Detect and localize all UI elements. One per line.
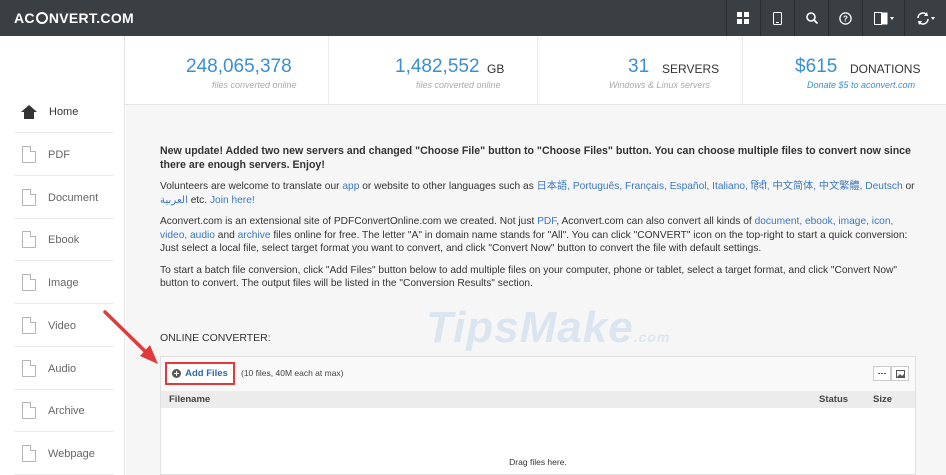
pdf-file-icon: [22, 146, 36, 163]
donate-link[interactable]: Donate $5 to aconvert.com: [807, 80, 915, 90]
archive-link[interactable]: archive: [238, 230, 271, 241]
view-toggle: [873, 366, 909, 381]
archive-file-icon: [22, 402, 36, 419]
etc-text: etc.: [190, 194, 208, 206]
plus-circle-icon: [172, 369, 182, 378]
stat-files-caption: files converted online: [212, 80, 297, 90]
file-converter-panel: Add Files (10 files, 40M each at max) Fi…: [160, 356, 916, 475]
sidebar-item-pdf[interactable]: PDF: [14, 134, 114, 176]
volunteers-text: Volunteers are welcome to translate our: [160, 181, 340, 192]
about-text-3: files online for free. The letter "A" in…: [160, 229, 908, 255]
webpage-file-icon: [22, 445, 36, 462]
stat-servers-caption: Windows & Linux servers: [609, 80, 710, 90]
about-text: Aconvert.com is an extensional site of P…: [160, 216, 535, 227]
watermark-logo: TipsMake.com: [426, 303, 670, 353]
sidebar-item-audio[interactable]: Audio: [14, 348, 114, 390]
mobile-icon[interactable]: [760, 0, 794, 36]
arabic-link[interactable]: العربية: [160, 195, 188, 206]
stat-size-unit: GB: [487, 62, 505, 76]
add-files-button[interactable]: Add Files: [165, 362, 235, 385]
watermark-com: .com: [633, 329, 671, 345]
update-notice: New update! Added two new servers and ch…: [160, 145, 911, 171]
sidebar-item-document[interactable]: Document: [14, 177, 114, 219]
or-text: or: [905, 181, 915, 192]
help-icon[interactable]: ?: [828, 0, 862, 36]
stat-servers-unit: SERVERS: [662, 62, 720, 76]
online-converter-label: ONLINE CONVERTER:: [160, 332, 271, 344]
app-link[interactable]: app: [342, 181, 359, 192]
intro-text: New update! Added two new servers and ch…: [160, 145, 916, 299]
svg-text:?: ?: [843, 14, 848, 23]
stat-donations: $615 DONATIONS Donate $5 to aconvert.com: [743, 36, 946, 105]
volunteers-text-2: or website to other languages such as: [362, 181, 534, 192]
sidebar-item-image[interactable]: Image: [14, 262, 114, 304]
pdf-link[interactable]: PDF: [537, 216, 556, 227]
stats-bar: 248,065,378 files converted online 1,482…: [125, 36, 946, 105]
list-view-icon[interactable]: [873, 366, 891, 381]
logo-suffix: NVERT.COM: [48, 10, 134, 26]
sidebar: Home PDF Document Ebook Image Video Audi…: [0, 36, 125, 475]
about-paragraph: Aconvert.com is an extensional site of P…: [160, 215, 916, 256]
volunteers-paragraph: Volunteers are welcome to translate our …: [160, 180, 916, 207]
logo-prefix: AC: [14, 10, 35, 26]
stat-size-caption: files converted online: [416, 80, 501, 90]
join-link[interactable]: Join here!: [210, 195, 255, 206]
stat-servers: 31 SERVERS Windows & Linux servers: [538, 36, 743, 105]
file-limit-text: (10 files, 40M each at max): [241, 368, 344, 378]
language-icon[interactable]: [862, 0, 904, 36]
top-navbar: AC NVERT.COM ?: [0, 0, 946, 36]
stat-files: 248,065,378 files converted online: [125, 36, 329, 105]
sidebar-item-label: Video: [48, 319, 76, 332]
watermark-main: TipsMake: [426, 303, 634, 352]
stat-servers-value: 31: [628, 56, 650, 77]
sidebar-item-archive[interactable]: Archive: [14, 390, 114, 432]
sidebar-item-ebook[interactable]: Ebook: [14, 219, 114, 261]
add-files-label: Add Files: [185, 368, 228, 379]
stat-size-value: 1,482,552: [395, 56, 480, 77]
site-logo[interactable]: AC NVERT.COM: [14, 10, 134, 26]
and-text: and: [217, 229, 235, 241]
batch-paragraph: To start a batch file conversion, click …: [160, 264, 898, 290]
home-icon: [21, 104, 37, 119]
main-content: New update! Added two new servers and ch…: [126, 105, 946, 475]
sidebar-item-label: Archive: [48, 404, 85, 417]
stat-donations-unit: DONATIONS: [850, 62, 921, 76]
about-text-2: , Aconvert.com can also convert all kind…: [556, 216, 752, 227]
convert-icon[interactable]: [904, 0, 946, 36]
document-file-icon: [22, 189, 36, 206]
drop-zone-text: Drag files here.: [509, 457, 567, 467]
column-size: Size: [873, 394, 893, 405]
sidebar-item-label: Image: [48, 276, 79, 289]
column-filename: Filename: [169, 394, 211, 405]
audio-file-icon: [22, 360, 36, 377]
thumbnail-view-icon[interactable]: [891, 366, 909, 381]
image-file-icon: [22, 274, 36, 291]
column-status: Status: [819, 394, 849, 405]
grid-icon[interactable]: [726, 0, 760, 36]
sidebar-item-webpage[interactable]: Webpage: [14, 433, 114, 475]
sidebar-item-label: Audio: [48, 362, 77, 375]
sidebar-item-label: Document: [48, 191, 99, 204]
ebook-file-icon: [22, 231, 36, 248]
sidebar-item-label: Home: [49, 105, 79, 118]
stat-files-value: 248,065,378: [186, 56, 292, 77]
top-nav-buttons: ?: [726, 0, 946, 36]
sidebar-item-label: Ebook: [48, 233, 80, 246]
sidebar-item-home[interactable]: Home: [14, 91, 114, 133]
sidebar-item-label: Webpage: [48, 447, 95, 460]
search-icon[interactable]: [794, 0, 828, 36]
file-table-header: Filename Status Size: [161, 391, 915, 408]
sidebar-item-label: PDF: [48, 148, 70, 161]
logo-o-icon: [35, 12, 48, 24]
converter-toolbar: Add Files (10 files, 40M each at max): [161, 357, 915, 391]
stat-donations-value: $615: [795, 56, 838, 77]
video-file-icon: [22, 317, 36, 334]
language-links[interactable]: 日本語, Português, Français, Español, Itali…: [537, 181, 903, 192]
sidebar-item-video[interactable]: Video: [14, 305, 114, 347]
stat-size: 1,482,552 GB files converted online: [329, 36, 538, 105]
